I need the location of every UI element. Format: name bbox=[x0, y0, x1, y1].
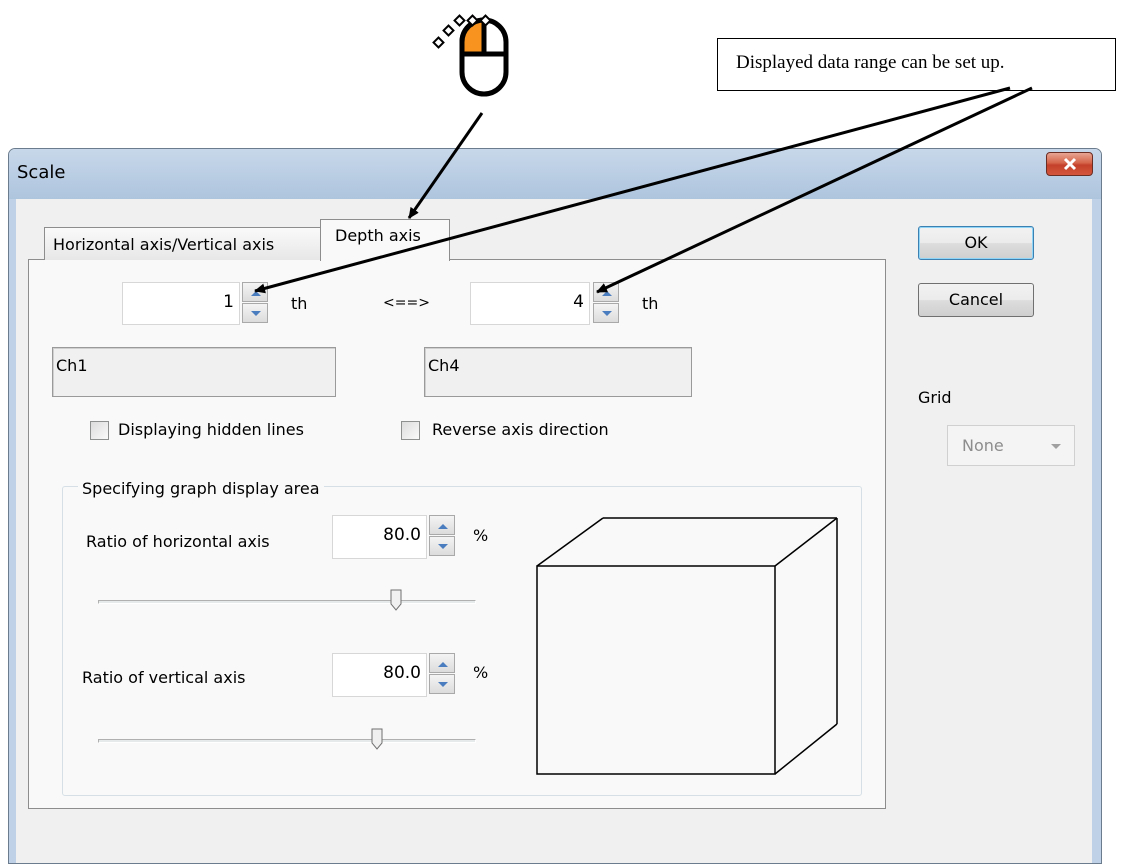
annotation-arrows bbox=[254, 86, 1033, 294]
